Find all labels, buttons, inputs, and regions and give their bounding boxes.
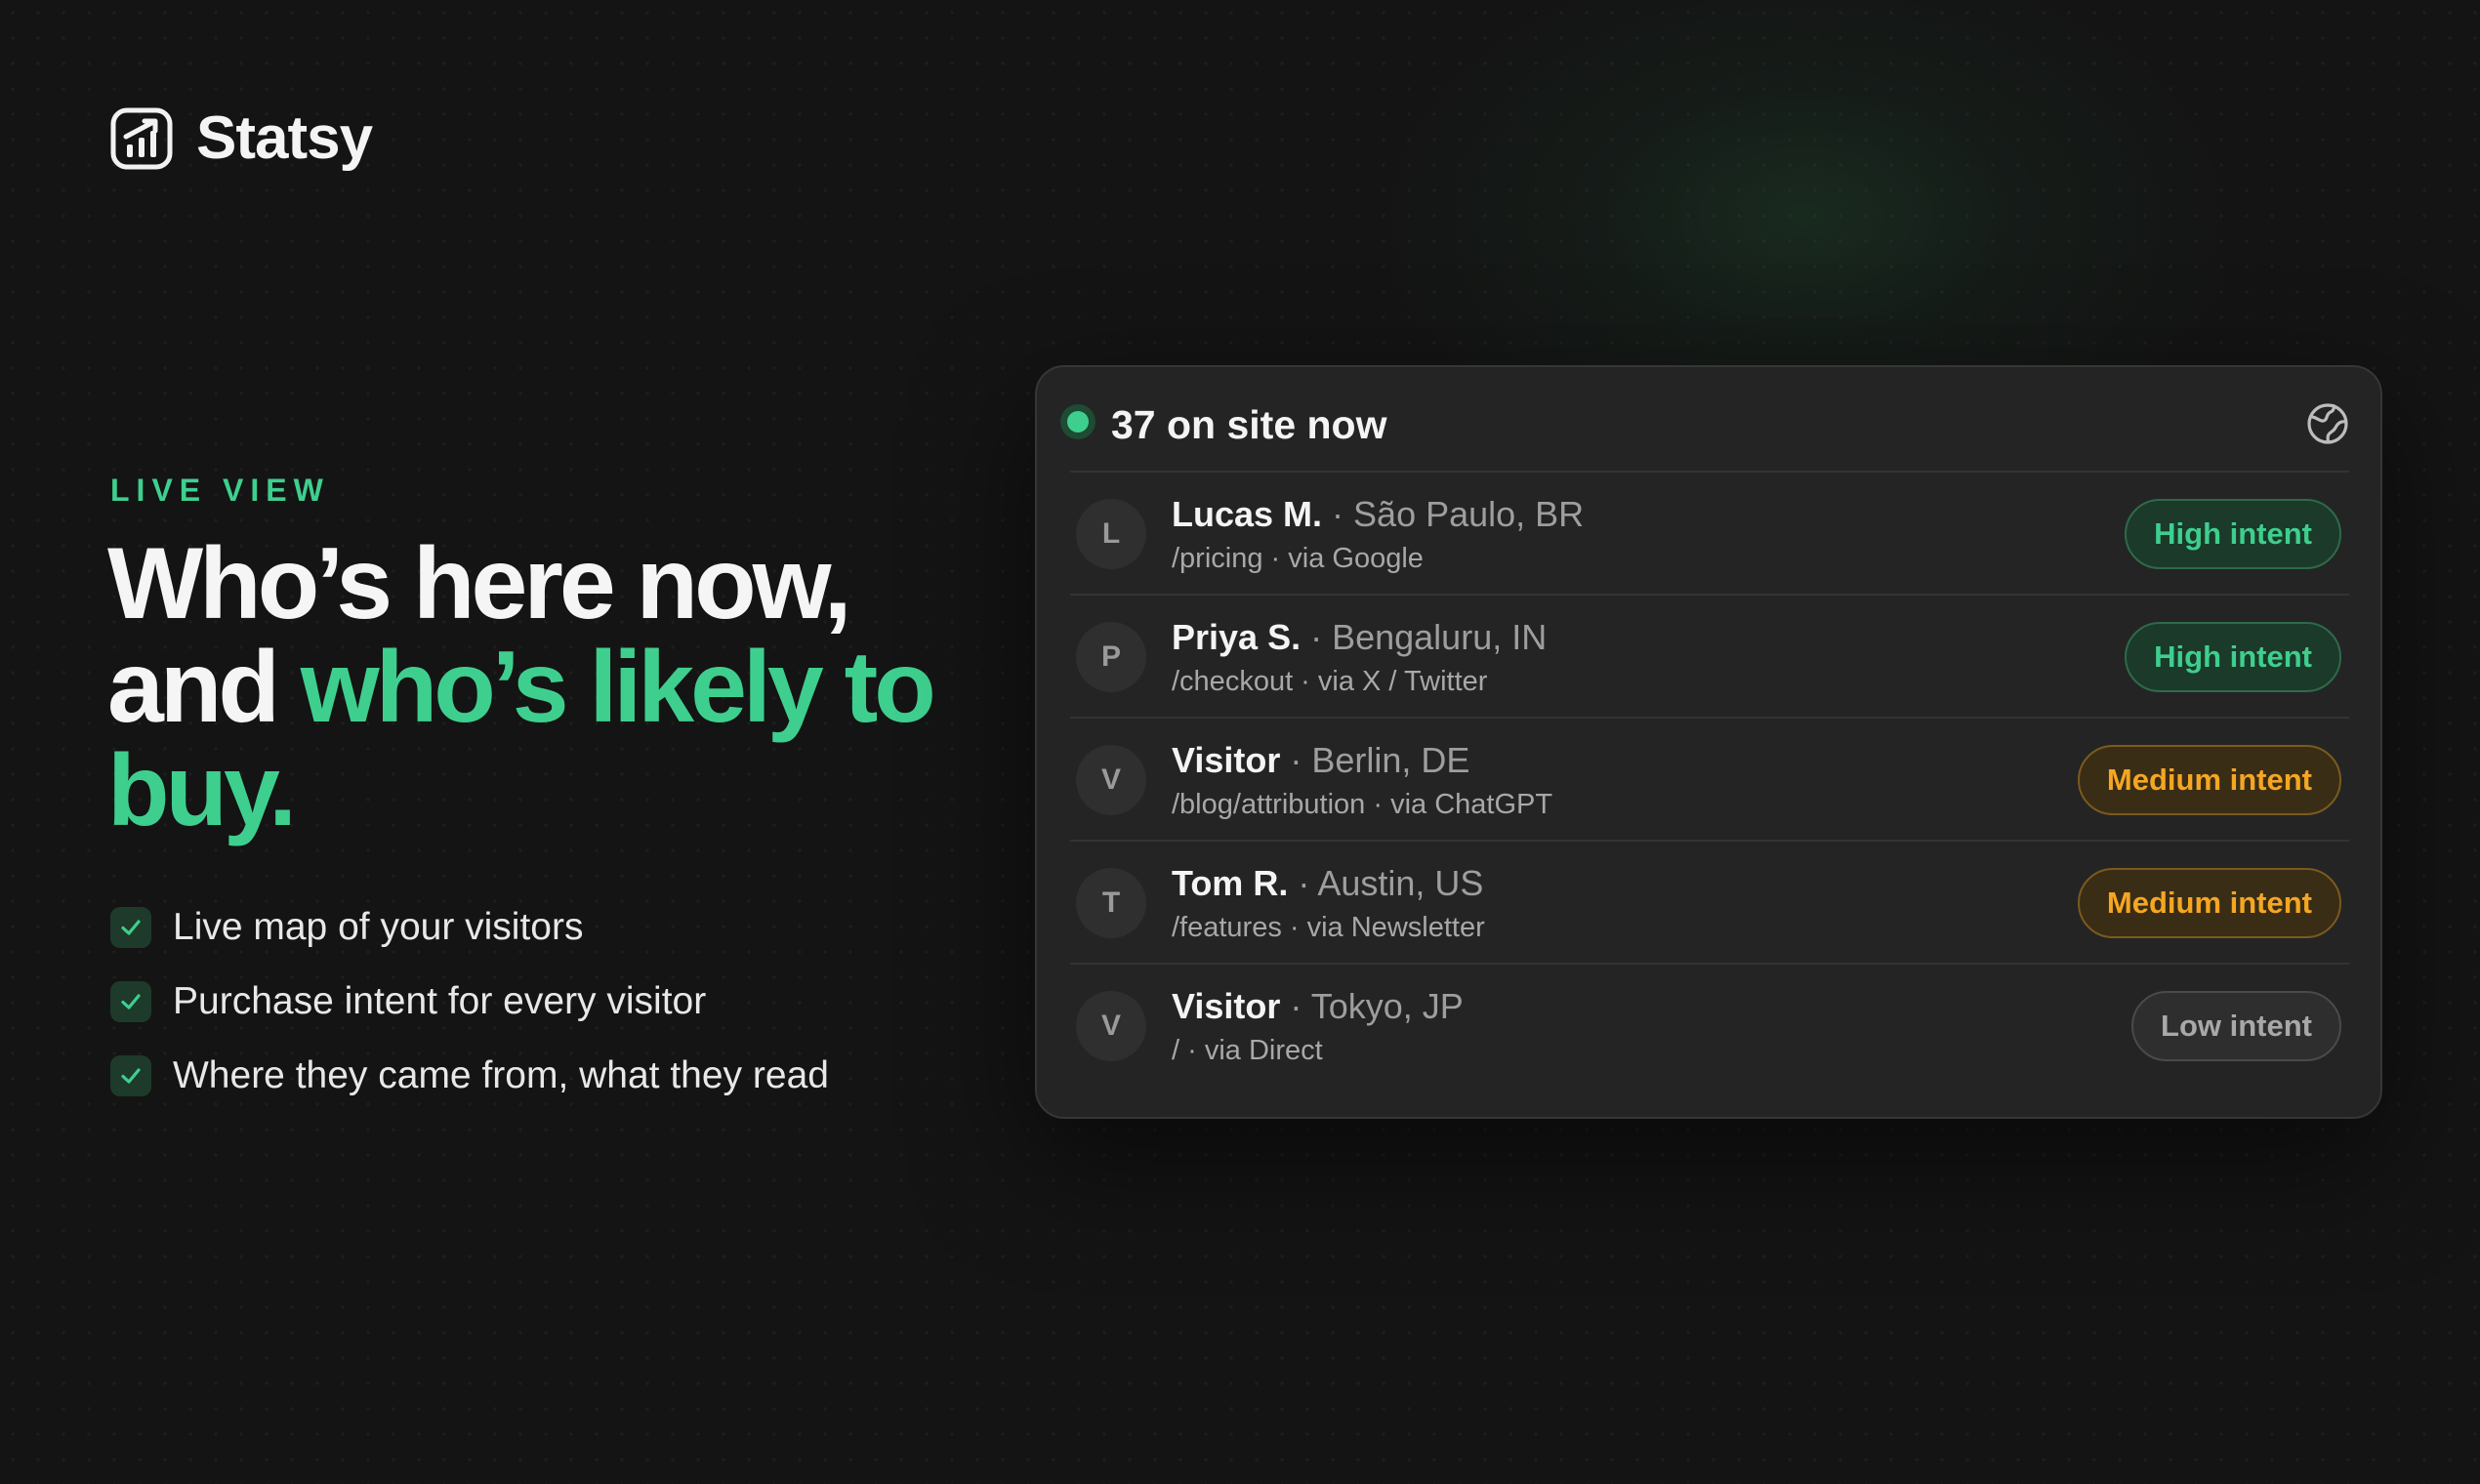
intent-badge: Low intent — [2131, 991, 2341, 1061]
chart-bars-icon — [110, 107, 173, 169]
brand-logo[interactable]: Statsy — [110, 103, 373, 173]
visitor-name: Lucas M. — [1172, 494, 1323, 534]
visitor-location: · Austin, US — [1288, 863, 1484, 903]
visitor-identity: Visitor · Berlin, DE — [1172, 740, 1469, 781]
hero-headline: Who’s here now, and who’s likely to buy. — [107, 532, 967, 843]
live-count: 37 on site now — [1111, 402, 1387, 447]
avatar: L — [1076, 499, 1146, 569]
visitor-identity: Priya S. · Bengaluru, IN — [1172, 617, 1547, 658]
visitor-row[interactable]: P Priya S. · Bengaluru, IN /checkout · v… — [1070, 594, 2349, 717]
avatar: P — [1076, 622, 1146, 692]
visitor-path-source: /pricing · via Google — [1172, 543, 1424, 574]
feature-item: Purchase intent for every visitor — [110, 965, 829, 1039]
check-icon — [110, 981, 151, 1022]
visitor-name: Visitor — [1172, 740, 1281, 780]
visitor-location: · Bengaluru, IN — [1301, 617, 1548, 657]
visitor-path-source: /features · via Newsletter — [1172, 912, 1485, 943]
feature-list: Live map of your visitors Purchase inten… — [110, 890, 829, 1113]
check-icon — [110, 907, 151, 948]
visitor-location: · Tokyo, JP — [1280, 986, 1464, 1026]
feature-text: Live map of your visitors — [173, 906, 584, 948]
intent-badge: Medium intent — [2077, 868, 2341, 938]
eyebrow-label: LIVE VIEW — [110, 473, 330, 508]
intent-badge: High intent — [2125, 622, 2341, 692]
visitor-location: · Berlin, DE — [1280, 740, 1470, 780]
visitor-path-source: /blog/attribution · via ChatGPT — [1172, 789, 1553, 820]
visitor-path-source: / · via Direct — [1172, 1035, 1323, 1066]
intent-badge: High intent — [2125, 499, 2341, 569]
visitor-identity: Tom R. · Austin, US — [1172, 863, 1483, 904]
check-icon — [110, 1055, 151, 1096]
feature-item: Live map of your visitors — [110, 890, 829, 965]
feature-item: Where they came from, what they read — [110, 1039, 829, 1113]
live-visitors-panel: 37 on site now L Lucas M. · São Paulo, B… — [1035, 365, 2382, 1119]
avatar: V — [1076, 745, 1146, 815]
feature-text: Where they came from, what they read — [173, 1054, 829, 1096]
visitor-row[interactable]: T Tom R. · Austin, US /features · via Ne… — [1070, 840, 2349, 963]
panel-header: 37 on site now — [1037, 367, 2380, 473]
visitor-identity: Lucas M. · São Paulo, BR — [1172, 494, 1584, 535]
visitor-name: Visitor — [1172, 986, 1281, 1026]
brand-name: Statsy — [196, 104, 373, 172]
visitor-row[interactable]: V Visitor · Tokyo, JP / · via Direct Low… — [1070, 963, 2349, 1086]
visitor-location: · São Paulo, BR — [1322, 494, 1585, 534]
intent-badge: Medium intent — [2077, 745, 2341, 815]
visitor-row[interactable]: V Visitor · Berlin, DE /blog/attribution… — [1070, 717, 2349, 840]
visitor-identity: Visitor · Tokyo, JP — [1172, 986, 1464, 1027]
page: Statsy LIVE VIEW Who’s here now, and who… — [0, 0, 2480, 1484]
avatar: T — [1076, 868, 1146, 938]
globe-icon[interactable] — [2304, 400, 2351, 447]
feature-text: Purchase intent for every visitor — [173, 980, 707, 1022]
visitor-name: Priya S. — [1172, 617, 1302, 657]
live-dot-icon — [1060, 404, 1095, 439]
avatar: V — [1076, 991, 1146, 1061]
visitor-row[interactable]: L Lucas M. · São Paulo, BR /pricing · vi… — [1070, 471, 2349, 594]
visitor-name: Tom R. — [1172, 863, 1289, 903]
visitor-path-source: /checkout · via X / Twitter — [1172, 666, 1488, 697]
